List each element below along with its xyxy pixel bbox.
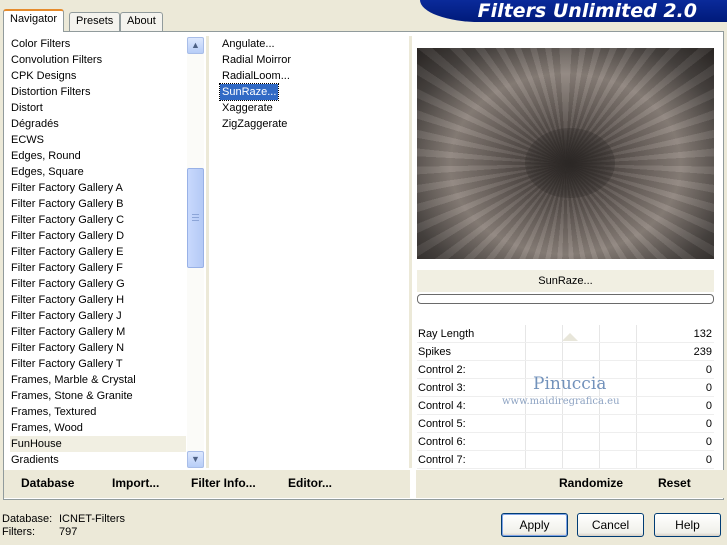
list-divider	[206, 36, 209, 468]
category-scrollbar[interactable]: ▲ ▼	[187, 37, 204, 468]
category-item[interactable]: Distort	[10, 100, 186, 116]
control-label: Control 6:	[418, 436, 466, 448]
category-item[interactable]: Frames, Wood	[10, 420, 186, 436]
control-value[interactable]: 0	[706, 397, 712, 415]
filter-item[interactable]: SunRaze...	[218, 83, 280, 101]
editor-link[interactable]: Editor...	[288, 476, 332, 490]
category-item[interactable]: Frames, Stone & Granite	[10, 388, 186, 404]
category-item[interactable]: Color Filters	[10, 36, 186, 52]
control-label: Control 5:	[418, 418, 466, 430]
category-item[interactable]: Filter Factory Gallery C	[10, 212, 186, 228]
database-status-value: ICNET-Filters	[59, 513, 125, 525]
category-item[interactable]: Edges, Round	[10, 148, 186, 164]
category-item[interactable]: Filter Factory Gallery F	[10, 260, 186, 276]
scroll-down-icon[interactable]: ▼	[187, 451, 204, 468]
database-status-label: Database:	[2, 513, 53, 525]
control-label: Control 2:	[418, 364, 466, 376]
category-item[interactable]: CPK Designs	[10, 68, 186, 84]
category-item[interactable]: Filter Factory Gallery M	[10, 324, 186, 340]
filter-info-link[interactable]: Filter Info...	[191, 476, 256, 490]
category-item[interactable]: FunHouse	[10, 436, 186, 452]
category-item[interactable]: Filter Factory Gallery N	[10, 340, 186, 356]
help-button[interactable]: Help	[654, 513, 721, 537]
filter-item[interactable]: ZigZaggerate	[220, 116, 289, 132]
category-item[interactable]: Distortion Filters	[10, 84, 186, 100]
progress-bar	[417, 294, 714, 304]
category-item[interactable]: ECWS	[10, 132, 186, 148]
category-item[interactable]: Filter Factory Gallery H	[10, 292, 186, 308]
category-item[interactable]: Filter Factory Gallery G	[10, 276, 186, 292]
category-item[interactable]: Filter Factory Gallery J	[10, 308, 186, 324]
filter-item[interactable]: RadialLoom...	[220, 68, 292, 84]
category-item[interactable]: Gradients	[10, 452, 186, 468]
randomize-link[interactable]: Randomize	[559, 476, 623, 490]
watermark-name: Pinuccia	[533, 374, 607, 394]
category-item[interactable]: Convolution Filters	[10, 52, 186, 68]
control-label: Ray Length	[418, 328, 475, 340]
scroll-up-icon[interactable]: ▲	[187, 37, 204, 54]
filter-list[interactable]: Angulate... Radial Moirror RadialLoom... Su…	[218, 36, 400, 132]
control-value[interactable]: 239	[694, 343, 712, 361]
tab-about[interactable]: About	[120, 12, 163, 31]
filter-item[interactable]: Angulate...	[220, 36, 277, 52]
category-item[interactable]: Filter Factory Gallery T	[10, 356, 186, 372]
category-item[interactable]: Dégradés	[10, 116, 186, 132]
database-link[interactable]: Database	[21, 476, 74, 490]
control-value[interactable]: 0	[706, 451, 712, 469]
control-row[interactable]: Control 6: 0	[417, 433, 714, 451]
watermark-url: www.maidiregrafica.eu	[502, 396, 620, 407]
list-divider	[409, 36, 412, 468]
tab-navigator[interactable]: Navigator	[3, 9, 65, 32]
apply-button[interactable]: Apply	[501, 513, 568, 537]
control-value[interactable]: 0	[706, 379, 712, 397]
category-list[interactable]: Color Filters Convolution Filters CPK Desi…	[10, 36, 186, 468]
cancel-button[interactable]: Cancel	[577, 513, 644, 537]
filters-count-label: Filters:	[2, 526, 35, 538]
control-label: Control 3:	[418, 382, 466, 394]
control-row[interactable]: Control 7: 0	[417, 451, 714, 469]
control-value[interactable]: 132	[694, 325, 712, 343]
control-row[interactable]: Ray Length 132	[417, 325, 714, 343]
control-label: Control 4:	[418, 400, 466, 412]
category-item[interactable]: Frames, Marble & Crystal	[10, 372, 186, 388]
control-label: Spikes	[418, 346, 452, 358]
filter-item[interactable]: Radial Moirror	[220, 52, 293, 68]
control-row[interactable]: Spikes 239	[417, 343, 714, 361]
category-item[interactable]: Filter Factory Gallery B	[10, 196, 186, 212]
category-item[interactable]: Filter Factory Gallery E	[10, 244, 186, 260]
reset-link[interactable]: Reset	[658, 476, 691, 490]
category-item[interactable]: Filter Factory Gallery A	[10, 180, 186, 196]
tab-presets[interactable]: Presets	[69, 12, 121, 31]
filters-count-value: 797	[59, 526, 78, 538]
filter-preview-image	[417, 48, 714, 259]
app-title-banner: Filters Unlimited 2.0	[420, 0, 727, 22]
category-item[interactable]: Edges, Square	[10, 164, 186, 180]
selected-filter-name: SunRaze...	[417, 270, 714, 292]
category-item[interactable]: Frames, Textured	[10, 404, 186, 420]
control-label: Control 7:	[418, 454, 466, 466]
control-value[interactable]: 0	[706, 415, 712, 433]
filter-item[interactable]: Xaggerate	[220, 100, 275, 116]
import-link[interactable]: Import...	[112, 476, 159, 490]
control-row[interactable]: Control 5: 0	[417, 415, 714, 433]
scroll-thumb[interactable]	[187, 168, 204, 268]
category-item[interactable]: Filter Factory Gallery D	[10, 228, 186, 244]
control-value[interactable]: 0	[706, 433, 712, 451]
control-value[interactable]: 0	[706, 361, 712, 379]
